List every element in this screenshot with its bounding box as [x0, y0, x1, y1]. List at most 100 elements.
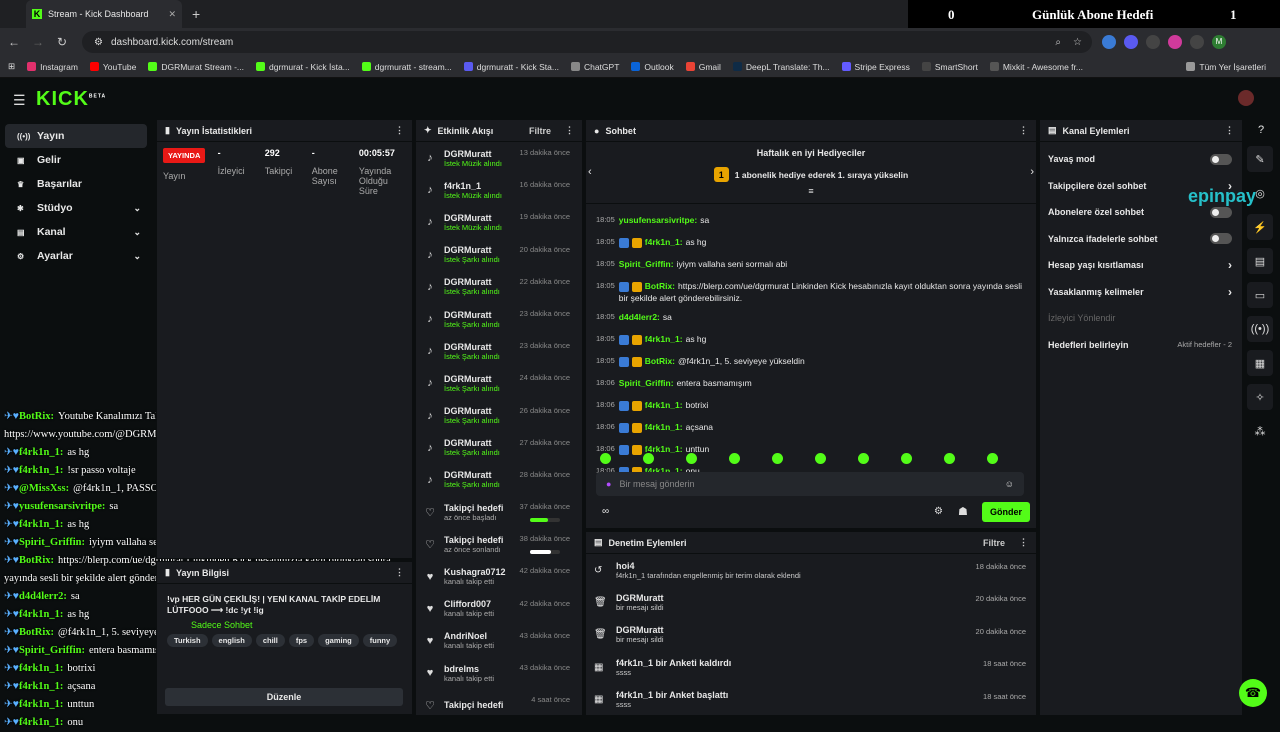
bookmark-item[interactable]: YouTube	[89, 62, 136, 72]
sidebar-item-kanal[interactable]: ▤ Kanal ⌄	[5, 220, 147, 244]
message-user[interactable]: BotRix:	[645, 281, 675, 291]
apps-grid-icon[interactable]: ⊞	[8, 61, 15, 72]
edit-button[interactable]: Düzenle	[165, 688, 403, 706]
bookmark-item[interactable]: DeepL Translate: Th...	[732, 62, 830, 72]
settings-icon[interactable]: ⚙	[934, 506, 943, 517]
more-icon[interactable]: ⋮	[395, 125, 404, 136]
back-icon[interactable]: ←	[4, 35, 24, 49]
emote-icon[interactable]	[729, 453, 740, 464]
bot-icon[interactable]: ☗	[958, 505, 968, 518]
reload-icon[interactable]: ↻	[52, 35, 72, 49]
message-user[interactable]: f4rk1n_1:	[645, 400, 683, 410]
share-icon[interactable]: ⁂	[1247, 418, 1273, 444]
emote-icon[interactable]	[815, 453, 826, 464]
edit-icon[interactable]: ✎	[1247, 146, 1273, 172]
message-user[interactable]: d4d4lerr2:	[619, 312, 660, 322]
emote-icon[interactable]	[772, 453, 783, 464]
tag-chip[interactable]: funny	[362, 634, 398, 647]
menu-icon[interactable]: ☰	[13, 92, 26, 109]
more-icon[interactable]: ⋮	[565, 125, 574, 136]
emote-icon[interactable]	[944, 453, 955, 464]
lightning-icon[interactable]: ⚡	[1247, 214, 1273, 240]
bookmark-item[interactable]: Stripe Express	[841, 62, 910, 72]
message-user[interactable]: BotRix:	[645, 356, 675, 366]
filter-button[interactable]: Filtre	[529, 126, 551, 136]
toggle-switch[interactable]	[1210, 206, 1232, 218]
puzzle-icon[interactable]	[1190, 35, 1204, 49]
channel-action-item[interactable]: Hedefleri belirleyin Aktif hedefler - 2	[1040, 332, 1242, 359]
more-icon[interactable]: ⋮	[1019, 537, 1028, 548]
emote-icon[interactable]	[686, 453, 697, 464]
message-user[interactable]: f4rk1n_1:	[645, 237, 683, 247]
bookmark-item[interactable]: dgrmurat - Kick İsta...	[255, 62, 350, 72]
bookmark-item[interactable]: dgrmuratt - Kick Sta...	[463, 62, 559, 72]
chat-input[interactable]: ● Bir mesaj gönderin ☺	[596, 472, 1024, 496]
sidebar-item-başarılar[interactable]: ♛ Başarılar	[5, 172, 147, 196]
site-info-icon[interactable]: ⚙	[94, 37, 103, 48]
extension-icon[interactable]	[1168, 35, 1182, 49]
points-icon[interactable]: ∞	[602, 506, 609, 517]
close-tab-icon[interactable]: ✕	[168, 9, 176, 20]
next-icon[interactable]: ›	[1030, 166, 1034, 178]
tag-chip[interactable]: gaming	[318, 634, 359, 647]
emote-icon[interactable]	[643, 453, 654, 464]
bookmark-item[interactable]: SmartShort	[921, 62, 978, 72]
tag-chip[interactable]: fps	[288, 634, 315, 647]
message-icon[interactable]: ▭	[1247, 282, 1273, 308]
toggle-switch[interactable]	[1210, 153, 1232, 165]
browser-tab[interactable]: K Stream - Kick Dashboard ✕	[26, 0, 182, 28]
message-user[interactable]: Spirit_Griffin:	[619, 378, 674, 388]
clipboard-icon[interactable]: ▤	[1247, 248, 1273, 274]
calendar-icon[interactable]: ▦	[1247, 350, 1273, 376]
avatar[interactable]	[1238, 90, 1254, 106]
sidebar-item-gelir[interactable]: ▣ Gelir	[5, 148, 147, 172]
tag-chip[interactable]: Turkish	[167, 634, 208, 647]
sidebar-item-stüdyo[interactable]: ✱ Stüdyo ⌄	[5, 196, 147, 220]
wrench-icon[interactable]: ✧	[1247, 384, 1273, 410]
tag-chip[interactable]: chill	[255, 634, 285, 647]
bookmark-item[interactable]: Outlook	[631, 62, 674, 72]
prev-icon[interactable]: ‹	[588, 166, 592, 178]
message-user[interactable]: f4rk1n_1:	[645, 422, 683, 432]
message-user[interactable]: Spirit_Griffin:	[619, 259, 674, 269]
collapse-icon[interactable]: ≡	[586, 186, 1036, 196]
url-field[interactable]: ⚙ dashboard.kick.com/stream ⌕ ☆	[82, 31, 1092, 53]
more-icon[interactable]: ⋮	[1019, 125, 1028, 136]
bookmark-item[interactable]: Instagram	[27, 62, 78, 72]
zoom-icon[interactable]: ⌕	[1055, 37, 1061, 48]
extension-icon[interactable]	[1102, 35, 1116, 49]
broadcast-icon[interactable]: ((•))	[1247, 316, 1273, 342]
emoji-icon[interactable]: ☺	[1005, 479, 1014, 489]
kick-logo[interactable]: KICKBETA	[36, 88, 106, 111]
more-icon[interactable]: ⋮	[1225, 125, 1234, 136]
bookmark-item[interactable]: ChatGPT	[570, 62, 619, 72]
filter-button[interactable]: Filtre	[983, 538, 1005, 548]
sidebar-item-ayarlar[interactable]: ⚙ Ayarlar ⌄	[5, 244, 147, 268]
emote-icon[interactable]	[987, 453, 998, 464]
message-user[interactable]: f4rk1n_1:	[645, 334, 683, 344]
channel-action-item[interactable]: Yavaş mod	[1040, 146, 1242, 173]
channel-action-item[interactable]: Hesap yaşı kısıtlaması ›	[1040, 252, 1242, 279]
bookmark-item[interactable]: Tüm Yer İşaretleri	[1186, 62, 1266, 72]
bookmark-item[interactable]: dgrmuratt - stream...	[361, 62, 452, 72]
bookmark-item[interactable]: Gmail	[685, 62, 721, 72]
help-icon[interactable]: ?	[1247, 124, 1275, 136]
new-tab-icon[interactable]: +	[192, 6, 200, 22]
emote-icon[interactable]	[858, 453, 869, 464]
channel-action-item[interactable]: Yalnızca ifadelerle sohbet	[1040, 226, 1242, 253]
emote-icon[interactable]	[901, 453, 912, 464]
more-icon[interactable]: ⋮	[395, 567, 404, 578]
quick-action-icon[interactable]: ◎	[1247, 180, 1273, 206]
bookmark-item[interactable]: DGRMurat Stream -...	[148, 62, 244, 72]
emote-icon[interactable]	[600, 453, 611, 464]
toggle-switch[interactable]	[1210, 233, 1232, 245]
send-button[interactable]: Gönder	[982, 502, 1031, 522]
bookmark-star-icon[interactable]: ☆	[1073, 37, 1082, 48]
forward-icon[interactable]: →	[28, 35, 48, 49]
mic-icon[interactable]: ●	[606, 479, 611, 489]
bookmark-item[interactable]: Mixkit - Awesome fr...	[989, 62, 1083, 72]
tag-chip[interactable]: english	[211, 634, 252, 647]
message-user[interactable]: yusufensarsivritpe:	[619, 215, 697, 225]
shield-icon[interactable]	[1146, 35, 1160, 49]
channel-action-item[interactable]: Yasaklanmış kelimeler ›	[1040, 279, 1242, 306]
